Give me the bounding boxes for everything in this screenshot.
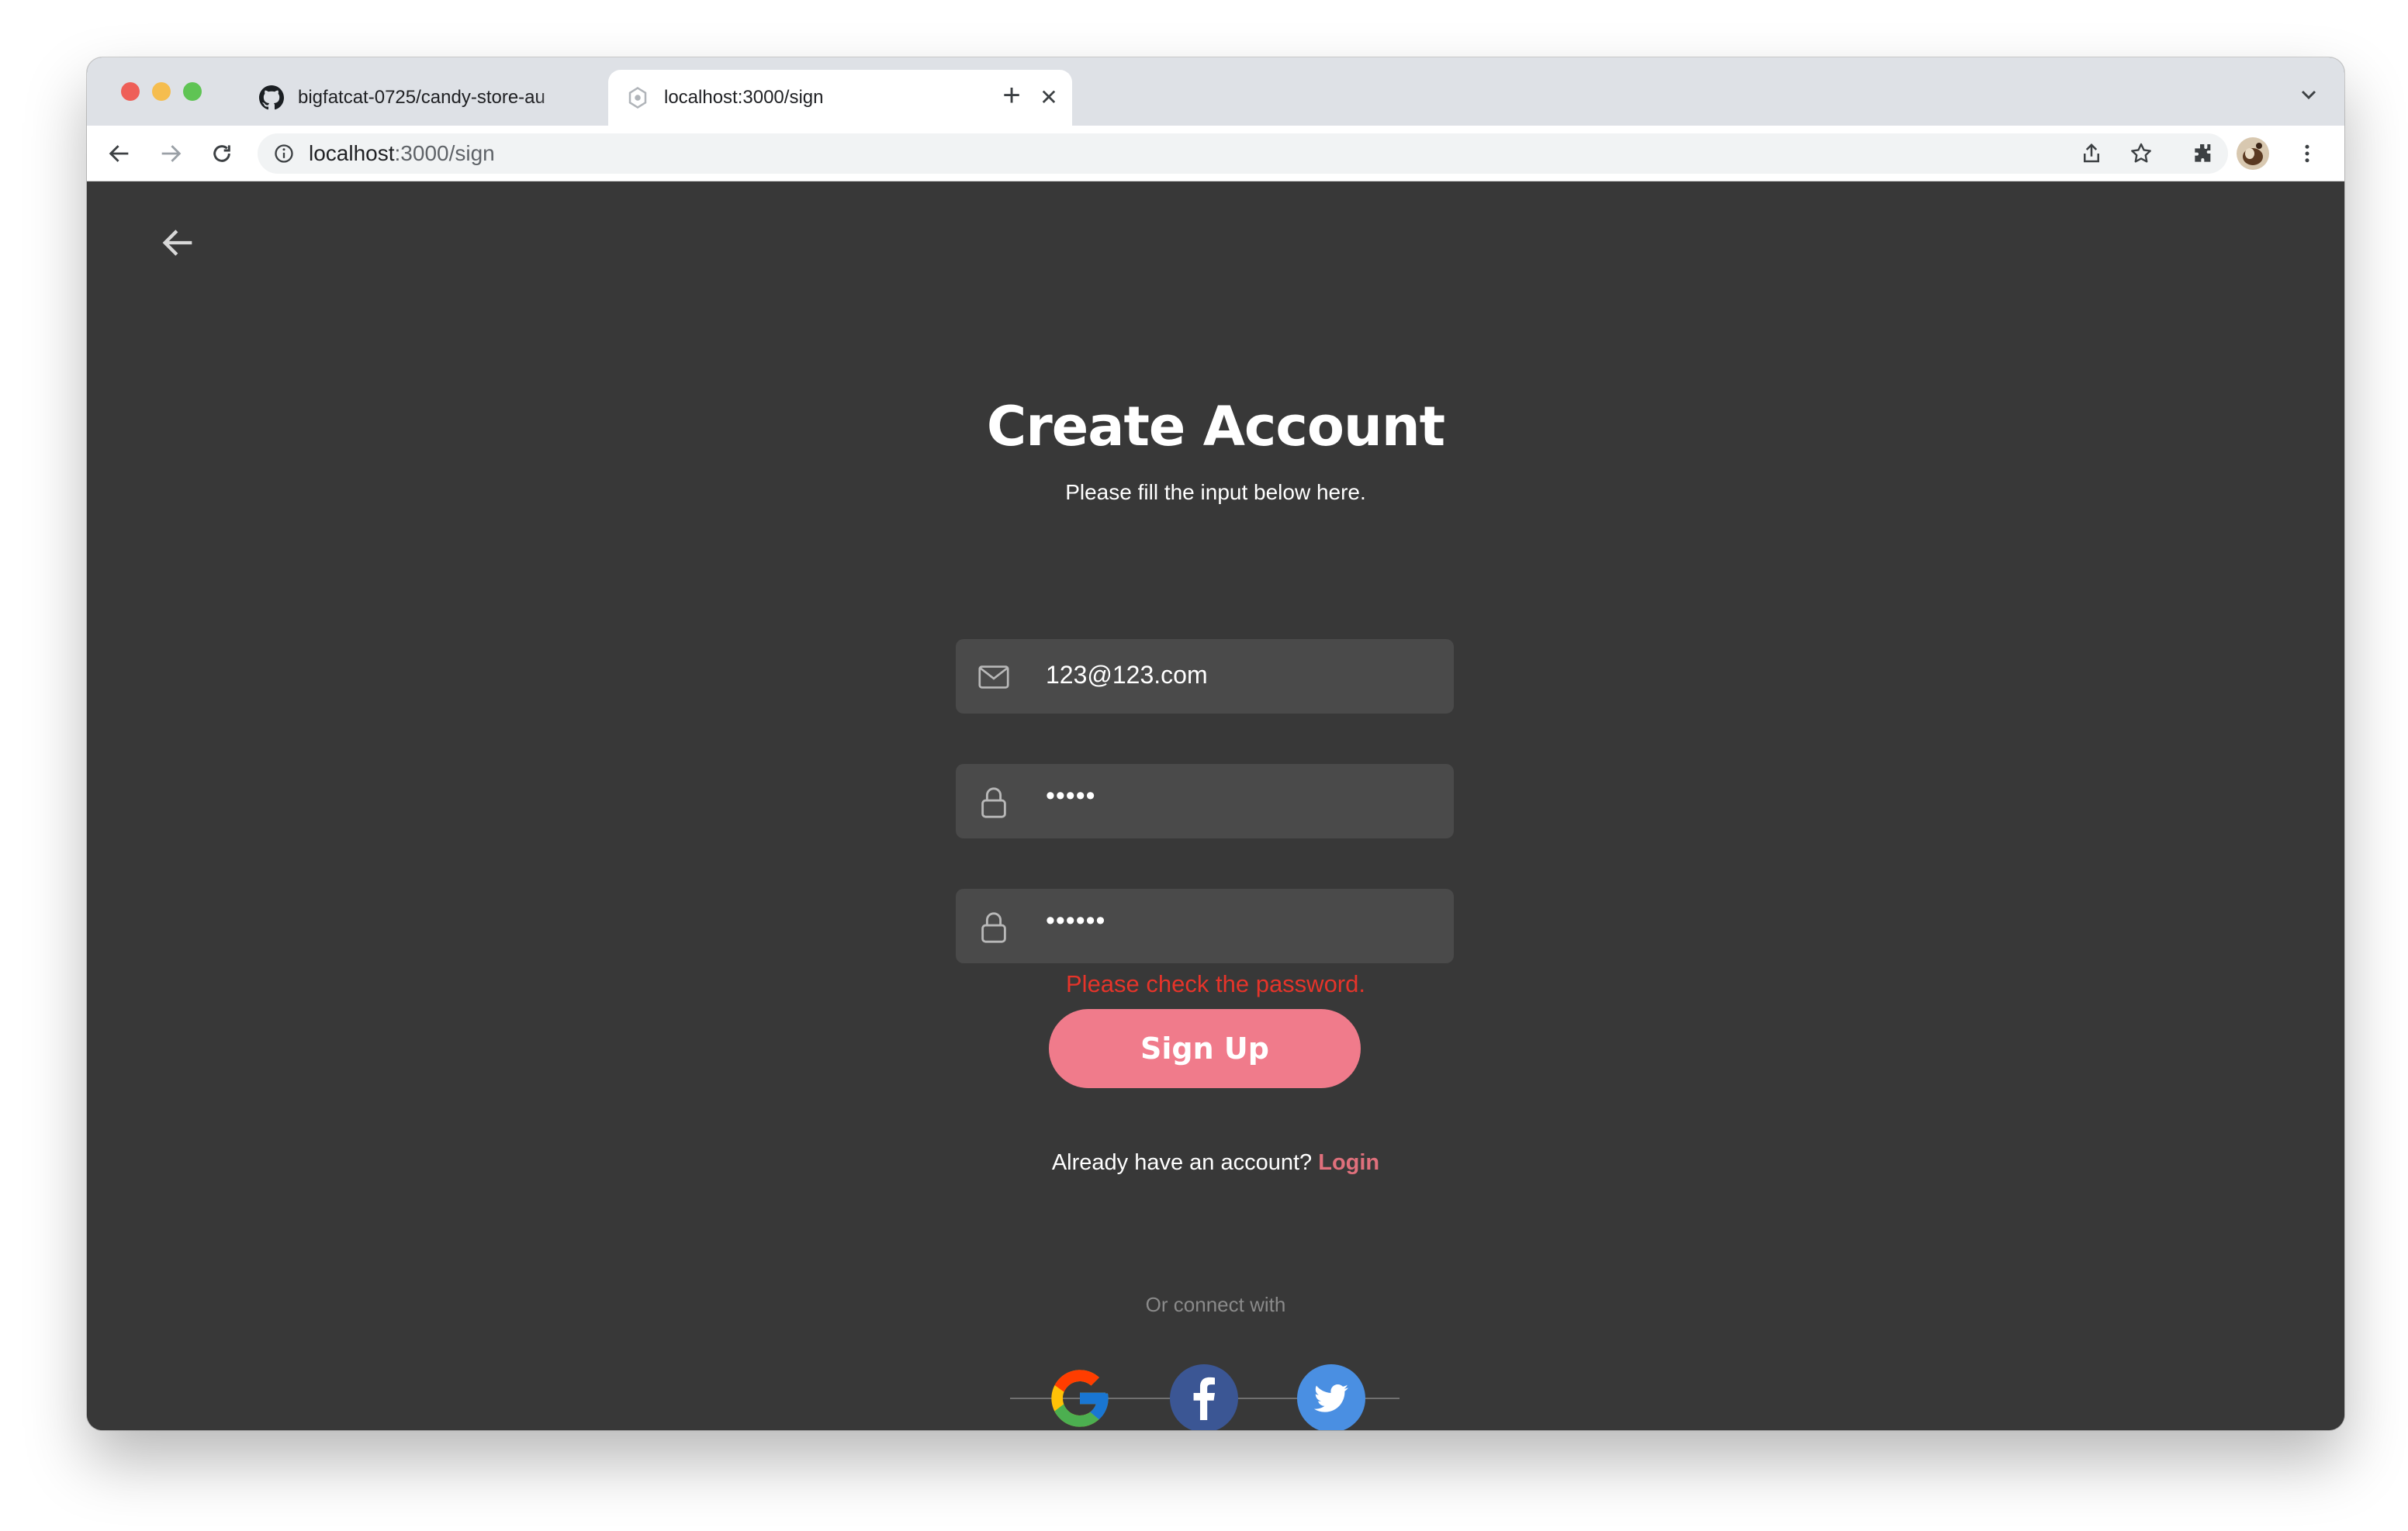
extensions-icon[interactable] bbox=[2186, 137, 2220, 171]
email-field[interactable]: 123@123.com bbox=[956, 639, 1454, 714]
page-subtitle: Please fill the input below here. bbox=[1065, 480, 1366, 504]
menu-kebab-icon[interactable] bbox=[2290, 137, 2324, 171]
lock-icon bbox=[976, 784, 1012, 820]
tab-strip: bigfatcat-0725/candy-store-au ✕ localhos… bbox=[87, 57, 2344, 126]
share-icon[interactable] bbox=[2074, 137, 2109, 171]
confirm-password-field[interactable]: •••••• bbox=[956, 889, 1454, 963]
forward-icon[interactable] bbox=[154, 137, 188, 171]
confirm-password-value: •••••• bbox=[1046, 906, 1106, 935]
url-host: localhost bbox=[309, 141, 395, 165]
lock-icon bbox=[976, 909, 1012, 945]
chevron-down-icon[interactable] bbox=[2296, 82, 2321, 107]
error-message: Please check the password. bbox=[1066, 970, 1365, 997]
reload-icon[interactable] bbox=[205, 137, 239, 171]
bookmark-star-icon[interactable] bbox=[2124, 137, 2158, 171]
facebook-icon[interactable] bbox=[1170, 1364, 1238, 1430]
close-window-button[interactable] bbox=[121, 82, 140, 101]
page-icon bbox=[625, 85, 650, 110]
sign-up-button[interactable]: Sign Up bbox=[1049, 1009, 1361, 1088]
login-prompt: Already have an account? bbox=[1051, 1150, 1313, 1175]
password-field[interactable]: ••••• bbox=[956, 764, 1454, 838]
browser-window: bigfatcat-0725/candy-store-au ✕ localhos… bbox=[87, 57, 2344, 1430]
page-title: Create Account bbox=[986, 395, 1445, 458]
new-tab-button[interactable]: + bbox=[996, 80, 1027, 112]
password-value: ••••• bbox=[1046, 781, 1096, 810]
avatar[interactable] bbox=[2236, 137, 2270, 171]
info-icon[interactable] bbox=[273, 143, 295, 164]
url-path: :3000/sign bbox=[394, 141, 495, 165]
tab-title: localhost:3000/sign bbox=[664, 87, 824, 108]
page-content: Create Account Please fill the input bel… bbox=[87, 182, 2344, 1430]
github-icon bbox=[259, 85, 284, 110]
twitter-icon[interactable] bbox=[1297, 1364, 1365, 1430]
tab-title: bigfatcat-0725/candy-store-au bbox=[298, 87, 545, 108]
back-icon[interactable] bbox=[102, 137, 137, 171]
url-text: localhost:3000/sign bbox=[309, 141, 495, 166]
browser-toolbar: localhost:3000/sign bbox=[87, 126, 2344, 181]
login-link[interactable]: Login bbox=[1318, 1150, 1379, 1175]
login-prompt-line: Already have an account? Login bbox=[87, 1150, 2344, 1176]
back-arrow-icon[interactable] bbox=[158, 223, 199, 263]
tab-close-button[interactable]: ✕ bbox=[1036, 85, 1061, 110]
maximize-window-button[interactable] bbox=[183, 82, 202, 101]
connect-label: Or connect with bbox=[1145, 1293, 1286, 1316]
email-value: 123@123.com bbox=[1046, 661, 1208, 689]
mail-icon bbox=[976, 659, 1012, 695]
minimize-window-button[interactable] bbox=[152, 82, 171, 101]
google-icon[interactable] bbox=[1046, 1364, 1114, 1430]
address-bar[interactable]: localhost:3000/sign bbox=[258, 133, 2228, 174]
